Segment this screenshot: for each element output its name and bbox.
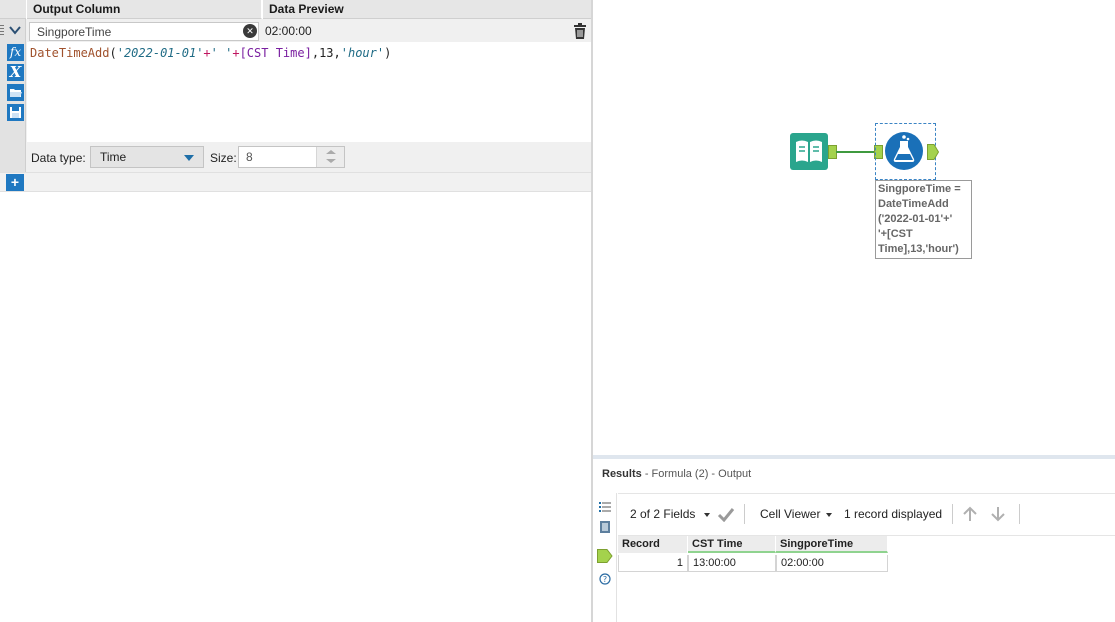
expr-close-paren: ) (384, 46, 392, 60)
results-panel: Results - Formula (2) - Output ? 2 of 2 … (593, 455, 1115, 622)
formula-config-panel: Output Column Data Preview ✕ 02:00:00 fx… (0, 0, 591, 622)
expr-field: [CST Time] (239, 46, 312, 60)
arrow-down-icon[interactable] (990, 506, 1006, 525)
expr-comma-2: , (333, 46, 341, 60)
help-icon[interactable]: ? (599, 573, 611, 585)
toolbar-divider (1019, 504, 1020, 524)
svg-text:?: ? (603, 575, 607, 584)
drag-handle-icon[interactable] (0, 23, 4, 37)
size-value: 8 (246, 150, 253, 164)
expression-editor[interactable]: DateTimeAdd('2022-01-01'+' '+[CST Time],… (27, 42, 591, 142)
annotation-line: SingporeTime = (878, 183, 961, 195)
variable-x-icon[interactable]: X (7, 64, 24, 81)
results-toolbar: 2 of 2 Fields Cell Viewer 1 record displ… (618, 493, 1115, 536)
expr-open-paren: ( (109, 46, 117, 60)
checkmark-icon[interactable] (717, 506, 735, 525)
results-title: Results - Formula (2) - Output (602, 468, 751, 480)
trash-icon[interactable] (573, 23, 587, 39)
book-icon[interactable] (599, 521, 611, 533)
data-type-value: Time (100, 150, 127, 164)
output-column-header: Output Column (27, 0, 262, 19)
workflow-canvas[interactable] (593, 0, 1115, 455)
data-preview-value: 02:00:00 (265, 24, 312, 38)
data-type-dropdown[interactable]: Time (90, 146, 204, 168)
annotation-line: '+[CST (878, 228, 913, 240)
add-expression-button[interactable]: + (6, 174, 24, 191)
expr-plus-1: + (203, 46, 211, 60)
formula-flask-icon[interactable] (885, 132, 923, 170)
column-header-cst-time[interactable]: CST Time (688, 536, 776, 553)
header-gutter (0, 0, 26, 19)
annotation-line: ('2022-01-01'+' (878, 213, 953, 225)
results-splitter[interactable] (593, 455, 1115, 459)
results-subtitle: - Formula (2) - Output (644, 468, 752, 480)
output-column-input[interactable] (29, 22, 259, 41)
expr-space-string: ' ' (210, 46, 233, 60)
size-input[interactable]: 8 (238, 146, 345, 168)
column-header-singaporetime[interactable]: SingporeTime (776, 536, 888, 553)
annotation-line: DateTimeAdd (878, 198, 949, 210)
caret-down-icon[interactable] (704, 513, 710, 517)
expr-plus-2: + (232, 46, 240, 60)
cell-singaporetime[interactable]: 02:00:00 (776, 555, 888, 572)
arrow-up-icon[interactable] (962, 506, 978, 525)
column-header-record[interactable]: Record (618, 536, 688, 553)
fx-function-icon[interactable]: fx (7, 44, 24, 61)
clear-icon[interactable]: ✕ (243, 24, 257, 38)
arrow-down-icon[interactable] (326, 159, 336, 163)
fields-selector[interactable]: 2 of 2 Fields (630, 507, 695, 521)
chevron-down-icon[interactable] (8, 23, 22, 37)
cell-cst-time[interactable]: 13:00:00 (688, 555, 776, 572)
results-sidebar: ? (593, 493, 617, 622)
toolbar-divider (952, 504, 953, 524)
size-stepper[interactable] (316, 147, 344, 167)
data-type-label: Data type: (31, 151, 86, 165)
add-row-strip (0, 172, 591, 192)
expr-unit-string: 'hour' (340, 46, 385, 60)
size-label: Size: (210, 151, 237, 165)
cell-record[interactable]: 1 (618, 555, 688, 572)
toolbar-divider (744, 504, 745, 524)
expr-comma-1: , (311, 46, 320, 60)
save-disk-icon[interactable] (7, 104, 24, 121)
tool-annotation: SingporeTime = DateTimeAdd ('2022-01-01'… (875, 180, 972, 259)
output-anchor-icon[interactable] (597, 549, 613, 563)
expr-number: 13 (319, 46, 334, 60)
expr-function: DateTimeAdd (30, 46, 110, 60)
expr-date-string: '2022-01-01' (116, 46, 204, 60)
connection-line[interactable] (836, 151, 876, 153)
open-folder-icon[interactable] (7, 84, 24, 101)
data-preview-header: Data Preview (263, 0, 591, 19)
input-data-tool-icon[interactable] (790, 133, 828, 170)
caret-down-icon[interactable] (826, 513, 832, 517)
cell-viewer-button[interactable]: Cell Viewer (760, 507, 820, 521)
results-label: Results (602, 468, 642, 480)
output-anchor-arrow[interactable] (927, 144, 940, 160)
annotation-line: Time],13,'hour') (878, 243, 959, 255)
record-count: 1 record displayed (844, 507, 943, 521)
arrow-up-icon[interactable] (326, 150, 336, 154)
caret-down-icon (184, 155, 194, 161)
list-icon[interactable] (599, 501, 611, 513)
